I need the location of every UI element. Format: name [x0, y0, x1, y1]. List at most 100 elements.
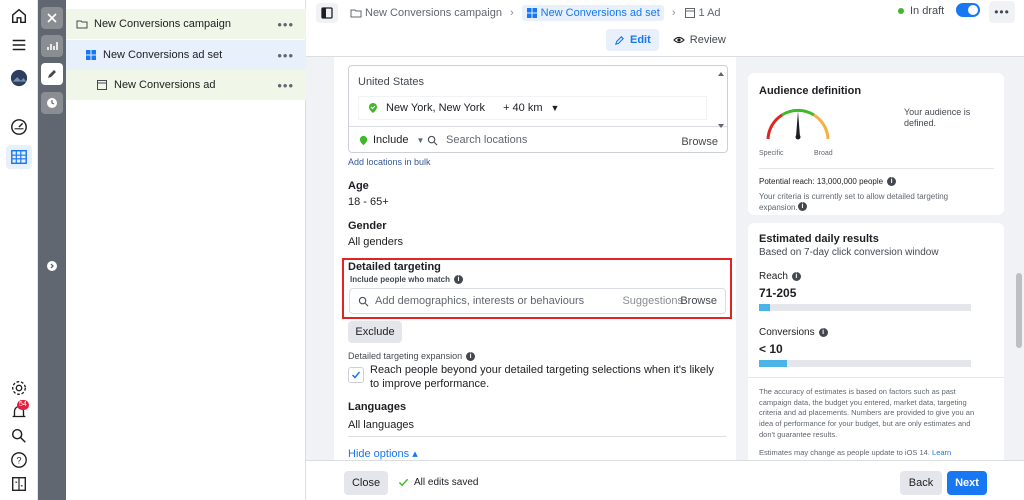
- breadcrumb-campaign[interactable]: New Conversions campaign: [350, 7, 502, 19]
- adset-more-button[interactable]: •••: [277, 48, 294, 63]
- settings-icon[interactable]: [9, 378, 29, 398]
- suggestions-button[interactable]: Suggestions: [622, 295, 683, 307]
- footer-bar: Close All edits saved Back Next: [306, 460, 1024, 500]
- search-icon: [358, 296, 369, 306]
- adset-toggle[interactable]: [956, 3, 980, 17]
- info-icon[interactable]: i: [791, 272, 801, 281]
- location-chip[interactable]: New York, New York + 40 km ▼: [358, 96, 707, 120]
- history-icon[interactable]: [41, 92, 63, 114]
- caret-down-icon[interactable]: ▼: [551, 103, 560, 113]
- expand-icon[interactable]: [41, 255, 63, 277]
- menu-icon[interactable]: [9, 35, 29, 55]
- breadcrumb: New Conversions campaign › New Conversio…: [350, 4, 721, 22]
- draft-status: In draft: [898, 5, 944, 17]
- notifications-icon[interactable]: 54: [9, 400, 29, 422]
- expansion-text: Reach people beyond your detailed target…: [370, 364, 714, 390]
- tab-review[interactable]: Review: [665, 29, 734, 51]
- info-icon[interactable]: i: [466, 351, 476, 361]
- detailed-targeting-input[interactable]: Add demographics, interests or behaviour…: [349, 288, 726, 314]
- potential-reach: Potential reach: 13,000,000 people i: [759, 177, 897, 186]
- learn-link[interactable]: Learn: [932, 448, 951, 457]
- location-city: New York, New York: [386, 102, 486, 114]
- audience-gauge-icon: [766, 108, 830, 140]
- audience-definition-title: Audience definition: [759, 85, 862, 97]
- close-icon[interactable]: [41, 7, 63, 29]
- ad-more-button[interactable]: •••: [277, 78, 294, 93]
- reach-label: Reach i: [759, 271, 801, 282]
- scrollbar-thumb[interactable]: [1016, 273, 1022, 348]
- age-value[interactable]: 18 - 65+: [348, 196, 389, 208]
- breadcrumb-campaign-label: New Conversions campaign: [365, 7, 502, 19]
- info-icon[interactable]: i: [887, 177, 897, 186]
- location-include-select[interactable]: Include ▼: [358, 134, 424, 146]
- avatar[interactable]: [9, 68, 29, 88]
- divider: [759, 168, 994, 169]
- location-search-input[interactable]: Search locations: [427, 134, 527, 146]
- conversions-bar-fill: [759, 360, 787, 367]
- folder-icon: [76, 20, 88, 29]
- location-include-label: Include: [373, 134, 409, 146]
- ad-icon: [684, 8, 695, 18]
- global-nav: 54 ?: [0, 0, 38, 500]
- languages-value[interactable]: All languages: [348, 419, 414, 431]
- check-icon: [351, 371, 361, 379]
- divider: [348, 436, 726, 437]
- panel-toggle-icon[interactable]: [316, 3, 338, 23]
- breadcrumb-adset[interactable]: New Conversions ad set: [521, 5, 664, 21]
- breadcrumb-ad-label: 1 Ad: [698, 7, 721, 19]
- tree-ad[interactable]: New Conversions ad •••: [66, 70, 306, 100]
- location-pin-icon: [359, 135, 368, 145]
- location-scrollbar[interactable]: [717, 70, 725, 130]
- location-browse-button[interactable]: Browse: [681, 136, 718, 148]
- ads-manager-icon[interactable]: [6, 145, 32, 169]
- pencil-icon[interactable]: [41, 63, 63, 85]
- pencil-icon: [614, 35, 624, 45]
- dashboard-icon[interactable]: [9, 117, 29, 137]
- audience-definition-card: Audience definition Specific Broad Your …: [748, 73, 1004, 215]
- estimated-results-title: Estimated daily results: [759, 233, 879, 245]
- tree-campaign[interactable]: New Conversions campaign •••: [66, 9, 306, 39]
- status-label: In draft: [910, 5, 945, 17]
- conversions-value: < 10: [759, 342, 783, 356]
- breadcrumb-ad[interactable]: 1 Ad: [684, 7, 721, 19]
- editor-scrollbar[interactable]: [1014, 57, 1024, 460]
- campaign-more-button[interactable]: •••: [277, 17, 294, 32]
- detailed-targeting-sub-label: Include people who match: [350, 275, 451, 284]
- reach-bar: [759, 304, 971, 311]
- eye-icon: [673, 36, 685, 44]
- gender-value[interactable]: All genders: [348, 236, 403, 248]
- search-icon[interactable]: [9, 426, 29, 446]
- info-icon[interactable]: i: [798, 202, 807, 211]
- search-icon: [427, 135, 438, 145]
- svg-text:?: ?: [16, 456, 21, 466]
- top-bar: New Conversions campaign › New Conversio…: [306, 0, 1024, 57]
- more-options-button[interactable]: •••: [989, 1, 1015, 23]
- detailed-targeting-subheading: Include people who match i: [350, 275, 464, 284]
- conversions-bar: [759, 360, 971, 367]
- home-icon[interactable]: [9, 6, 29, 26]
- tab-edit[interactable]: Edit: [606, 29, 659, 51]
- estimated-results-card: Estimated daily results Based on 7-day c…: [748, 223, 1004, 460]
- hide-options-link[interactable]: Hide options ▴: [348, 447, 418, 460]
- report-icon[interactable]: [9, 474, 29, 494]
- exclude-button[interactable]: Exclude: [348, 321, 402, 343]
- expansion-checkbox[interactable]: [348, 367, 364, 383]
- ios-note-text: Estimates may change as people update to…: [759, 448, 930, 457]
- back-button[interactable]: Back: [900, 471, 942, 495]
- tree-adset[interactable]: New Conversions ad set •••: [66, 40, 306, 70]
- help-icon[interactable]: ?: [9, 450, 29, 470]
- audience-status-text: Your audience is defined.: [904, 107, 971, 128]
- chevron-right-icon: ›: [509, 7, 514, 19]
- chart-icon[interactable]: [41, 35, 63, 57]
- audience-criteria-text: Your criteria is currently set to allow …: [759, 192, 949, 212]
- add-locations-bulk-link[interactable]: Add locations in bulk: [348, 157, 431, 167]
- close-button[interactable]: Close: [344, 471, 388, 495]
- next-button[interactable]: Next: [947, 471, 987, 495]
- info-icon[interactable]: i: [454, 275, 464, 284]
- info-icon[interactable]: i: [818, 328, 828, 337]
- location-box: United States New York, New York + 40 km…: [348, 65, 728, 153]
- divider: [349, 126, 727, 127]
- status-dot-icon: [898, 8, 904, 14]
- location-radius[interactable]: + 40 km: [503, 102, 542, 114]
- detailed-browse-button[interactable]: Browse: [680, 295, 717, 307]
